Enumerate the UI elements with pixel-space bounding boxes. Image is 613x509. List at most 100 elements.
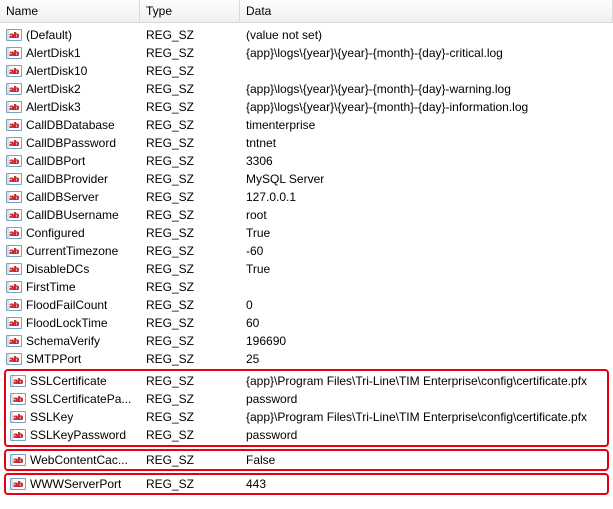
value-name: SSLKeyPassword — [30, 426, 126, 444]
string-value-icon: abab — [6, 154, 22, 168]
registry-value-row[interactable]: ababWWWServerPortREG_SZ443 — [6, 475, 607, 493]
value-type: REG_SZ — [140, 188, 240, 206]
string-value-icon: abab — [6, 190, 22, 204]
string-value-icon: abab — [6, 262, 22, 276]
registry-value-row[interactable]: ababCallDBDatabaseREG_SZtimenterprise — [0, 116, 613, 134]
registry-value-row[interactable]: ababCurrentTimezoneREG_SZ-60 — [0, 242, 613, 260]
svg-text:ab: ab — [10, 301, 19, 310]
value-data: 443 — [240, 475, 607, 493]
svg-text:ab: ab — [14, 480, 23, 489]
value-name-cell: abab CurrentTimezone — [0, 242, 140, 260]
value-name: WebContentCac... — [30, 451, 128, 469]
registry-value-row[interactable]: ababWebContentCac...REG_SZFalse — [6, 451, 607, 469]
value-name: FloodFailCount — [26, 296, 107, 314]
value-name: CallDBProvider — [26, 170, 108, 188]
column-header-data[interactable]: Data — [240, 0, 613, 22]
column-header-type[interactable]: Type — [140, 0, 240, 22]
value-name-cell: ababSSLKey — [6, 408, 140, 426]
value-name-cell: ababAlertDisk1 — [0, 44, 140, 62]
value-type: REG_SZ — [140, 372, 240, 390]
column-header-name[interactable]: Name — [0, 0, 140, 22]
value-name-cell: abab FirstTime — [0, 278, 140, 296]
value-name-cell: abab DisableDCs — [0, 260, 140, 278]
value-data: 60 — [240, 314, 613, 332]
registry-value-row[interactable]: ababCallDBPasswordREG_SZtntnet — [0, 134, 613, 152]
value-type: REG_SZ — [140, 26, 240, 44]
registry-value-row[interactable]: ababFirstTimeREG_SZ — [0, 278, 613, 296]
value-type: REG_SZ — [140, 44, 240, 62]
value-data: -60 — [240, 242, 613, 260]
svg-text:ab: ab — [10, 211, 19, 220]
value-data: root — [240, 206, 613, 224]
registry-value-row[interactable]: ababConfiguredREG_SZTrue — [0, 224, 613, 242]
svg-text:ab: ab — [14, 413, 23, 422]
svg-text:ab: ab — [14, 456, 23, 465]
registry-value-row[interactable]: ababAlertDisk1REG_SZ{app}\logs\{year}\{y… — [0, 44, 613, 62]
value-data: 127.0.0.1 — [240, 188, 613, 206]
value-name: AlertDisk2 — [26, 80, 81, 98]
svg-text:ab: ab — [10, 337, 19, 346]
registry-value-row[interactable]: ababAlertDisk3REG_SZ{app}\logs\{year}\{y… — [0, 98, 613, 116]
value-name-cell: ababCallDBPassword — [0, 134, 140, 152]
value-data: True — [240, 224, 613, 242]
registry-value-row[interactable]: ababAlertDisk10REG_SZ — [0, 62, 613, 80]
value-name-cell: ababFloodLockTime — [0, 314, 140, 332]
registry-value-row[interactable]: ababCallDBPortREG_SZ3306 — [0, 152, 613, 170]
string-value-icon: abab — [6, 64, 22, 78]
value-data: {app}\Program Files\Tri-Line\TIM Enterpr… — [240, 408, 607, 426]
value-type: REG_SZ — [140, 98, 240, 116]
registry-value-row[interactable]: ababSSLKeyREG_SZ{app}\Program Files\Tri-… — [6, 408, 607, 426]
registry-value-row[interactable]: ababCallDBUsernameREG_SZroot — [0, 206, 613, 224]
string-value-icon: abab — [6, 172, 22, 186]
svg-text:ab: ab — [10, 355, 19, 364]
registry-value-row[interactable]: ababFloodLockTimeREG_SZ60 — [0, 314, 613, 332]
value-type: REG_SZ — [140, 170, 240, 188]
value-data: (value not set) — [240, 26, 613, 44]
value-name-cell: abab FloodFailCount — [0, 296, 140, 314]
value-name: FirstTime — [26, 278, 76, 296]
value-name: CallDBUsername — [26, 206, 119, 224]
registry-value-list: abab(Default)REG_SZ(value not set)ababAl… — [0, 23, 613, 495]
value-data: 0 — [240, 296, 613, 314]
svg-text:ab: ab — [10, 193, 19, 202]
string-value-icon: abab — [6, 244, 22, 258]
value-name-cell: ababWebContentCac... — [6, 451, 140, 469]
value-name: AlertDisk1 — [26, 44, 81, 62]
svg-text:ab: ab — [10, 121, 19, 130]
svg-text:ab: ab — [10, 175, 19, 184]
string-value-icon: abab — [6, 280, 22, 294]
string-value-icon: abab — [6, 298, 22, 312]
string-value-icon: abab — [6, 28, 22, 42]
value-name: CurrentTimezone — [26, 242, 118, 260]
value-name-cell: ababSSLKeyPassword — [6, 426, 140, 444]
registry-value-row[interactable]: ababDisableDCsREG_SZTrue — [0, 260, 613, 278]
value-name-cell: ababConfigured — [0, 224, 140, 242]
registry-value-row[interactable]: ababAlertDisk2REG_SZ{app}\logs\{year}\{y… — [0, 80, 613, 98]
registry-value-row[interactable]: abab(Default)REG_SZ(value not set) — [0, 26, 613, 44]
value-type: REG_SZ — [140, 152, 240, 170]
registry-value-row[interactable]: ababSSLCertificatePa...REG_SZpassword — [6, 390, 607, 408]
value-data: tntnet — [240, 134, 613, 152]
registry-value-row[interactable]: ababCallDBServerREG_SZ127.0.0.1 — [0, 188, 613, 206]
value-data: password — [240, 426, 607, 444]
value-type: REG_SZ — [140, 224, 240, 242]
registry-value-row[interactable]: ababSMTPPortREG_SZ25 — [0, 350, 613, 368]
string-value-icon: abab — [6, 334, 22, 348]
registry-value-row[interactable]: ababCallDBProviderREG_SZMySQL Server — [0, 170, 613, 188]
value-name-cell: abab CallDBUsername — [0, 206, 140, 224]
value-type: REG_SZ — [140, 451, 240, 469]
registry-value-row[interactable]: ababFloodFailCountREG_SZ0 — [0, 296, 613, 314]
value-name: DisableDCs — [26, 260, 89, 278]
value-name-cell: ababSSLCertificatePa... — [6, 390, 140, 408]
registry-value-row[interactable]: ababSchemaVerifyREG_SZ196690 — [0, 332, 613, 350]
string-value-icon: abab — [6, 208, 22, 222]
registry-value-row[interactable]: ababSSLKeyPasswordREG_SZpassword — [6, 426, 607, 444]
value-type: REG_SZ — [140, 426, 240, 444]
value-type: REG_SZ — [140, 314, 240, 332]
svg-text:ab: ab — [10, 247, 19, 256]
svg-text:ab: ab — [10, 103, 19, 112]
value-type: REG_SZ — [140, 332, 240, 350]
value-data: {app}\logs\{year}\{year}-{month}-{day}-c… — [240, 44, 613, 62]
value-name-cell: ababAlertDisk10 — [0, 62, 140, 80]
registry-value-row[interactable]: ababSSLCertificateREG_SZ{app}\Program Fi… — [6, 372, 607, 390]
